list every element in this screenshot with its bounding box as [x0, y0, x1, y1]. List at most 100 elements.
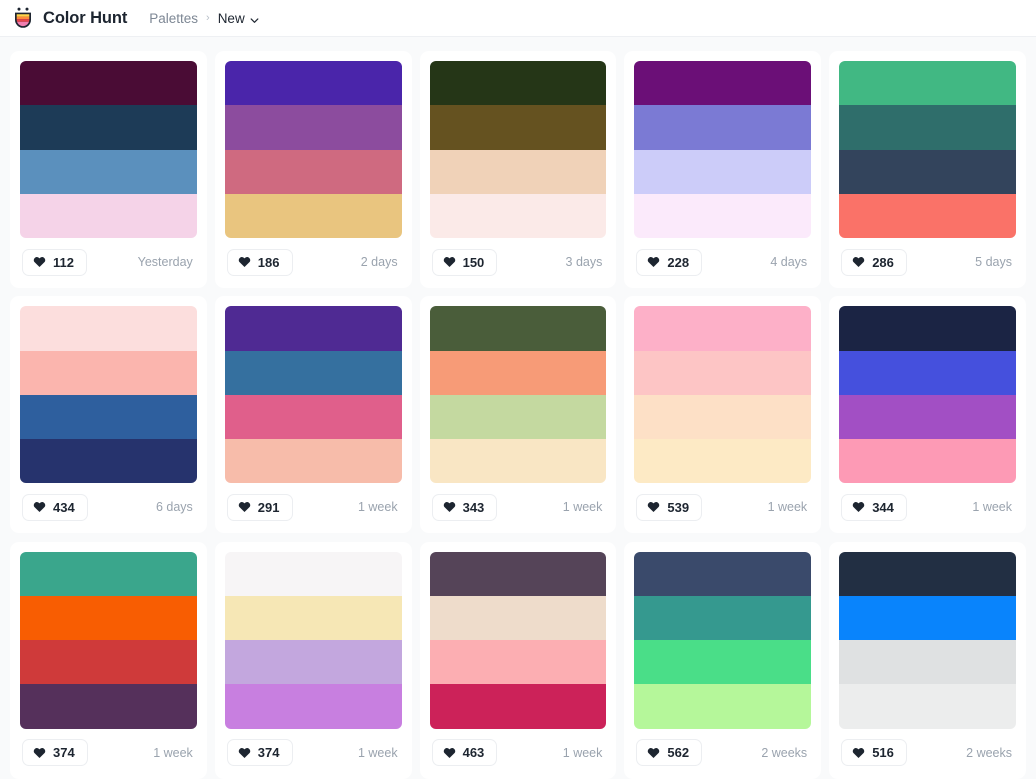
palette-swatch-stack[interactable]	[634, 61, 812, 238]
palette-swatch-stack[interactable]	[634, 306, 812, 484]
palette-swatch[interactable]	[429, 149, 607, 194]
palette-swatch[interactable]	[839, 439, 1016, 484]
like-button[interactable]: 374	[226, 739, 293, 767]
palette-swatch[interactable]	[20, 306, 197, 351]
palette-swatch[interactable]	[839, 551, 1016, 596]
palette-swatch-stack[interactable]	[429, 306, 607, 484]
palette-swatch-stack[interactable]	[20, 551, 197, 729]
palette-swatch[interactable]	[224, 350, 402, 395]
palette-swatch[interactable]	[429, 193, 607, 238]
like-button[interactable]: 516	[841, 739, 907, 767]
like-button[interactable]: 463	[431, 739, 498, 767]
like-button[interactable]: 343	[431, 493, 498, 521]
palette-swatch-stack[interactable]	[839, 61, 1016, 238]
palette-card[interactable]: 228 4 days	[624, 51, 822, 288]
palette-card[interactable]: 112 Yesterday	[10, 51, 207, 288]
like-button[interactable]: 228	[636, 248, 703, 276]
palette-swatch-stack[interactable]	[839, 551, 1016, 729]
palette-swatch[interactable]	[20, 350, 197, 395]
like-button[interactable]: 434	[22, 493, 88, 521]
brand-logo-link[interactable]: Color Hunt	[10, 5, 127, 31]
palette-swatch[interactable]	[634, 306, 812, 351]
palette-card[interactable]: 374 1 week	[10, 541, 207, 779]
palette-card[interactable]: 186 2 days	[214, 51, 412, 288]
palette-card[interactable]: 150 3 days	[419, 51, 617, 288]
palette-card[interactable]: 463 1 week	[419, 541, 617, 779]
palette-swatch[interactable]	[634, 350, 812, 395]
palette-swatch-stack[interactable]	[224, 551, 402, 729]
palette-swatch[interactable]	[224, 439, 402, 484]
palette-swatch[interactable]	[634, 394, 812, 440]
palette-swatch[interactable]	[839, 640, 1016, 685]
palette-swatch[interactable]	[634, 149, 812, 194]
palette-swatch[interactable]	[634, 640, 812, 685]
like-button[interactable]: 291	[226, 493, 293, 521]
palette-card[interactable]: 291 1 week	[214, 296, 412, 534]
palette-swatch-stack[interactable]	[839, 306, 1016, 484]
like-button[interactable]: 286	[841, 248, 907, 276]
palette-swatch-stack[interactable]	[20, 306, 197, 484]
breadcrumb-palettes[interactable]: Palettes	[149, 11, 198, 26]
palette-swatch[interactable]	[20, 394, 197, 440]
palette-swatch[interactable]	[634, 439, 812, 484]
palette-swatch-stack[interactable]	[224, 61, 402, 238]
palette-swatch[interactable]	[429, 684, 607, 729]
palette-swatch[interactable]	[839, 350, 1016, 395]
breadcrumb-new-dropdown[interactable]: New	[218, 11, 259, 26]
palette-swatch[interactable]	[634, 684, 812, 729]
palette-swatch[interactable]	[839, 193, 1016, 238]
palette-swatch[interactable]	[20, 551, 197, 596]
palette-swatch[interactable]	[20, 640, 197, 685]
palette-swatch-stack[interactable]	[20, 61, 197, 238]
palette-swatch[interactable]	[224, 193, 402, 238]
palette-swatch[interactable]	[224, 394, 402, 440]
palette-swatch[interactable]	[20, 684, 197, 729]
palette-swatch[interactable]	[20, 105, 197, 150]
palette-swatch[interactable]	[839, 595, 1016, 641]
like-button[interactable]: 562	[636, 739, 703, 767]
like-button[interactable]: 344	[841, 493, 907, 521]
palette-swatch-stack[interactable]	[224, 306, 402, 484]
like-button[interactable]: 374	[22, 739, 88, 767]
palette-swatch[interactable]	[20, 193, 197, 238]
palette-card[interactable]: 539 1 week	[624, 296, 822, 534]
palette-swatch[interactable]	[224, 551, 402, 596]
palette-swatch[interactable]	[20, 149, 197, 194]
palette-swatch[interactable]	[224, 684, 402, 729]
palette-swatch[interactable]	[429, 61, 607, 106]
palette-swatch[interactable]	[839, 105, 1016, 150]
palette-swatch[interactable]	[839, 61, 1016, 106]
palette-swatch[interactable]	[429, 105, 607, 150]
palette-swatch[interactable]	[429, 640, 607, 685]
palette-swatch-stack[interactable]	[429, 551, 607, 729]
like-button[interactable]: 186	[226, 248, 293, 276]
palette-card[interactable]: 374 1 week	[214, 541, 412, 779]
palette-card[interactable]: 343 1 week	[419, 296, 617, 534]
palette-swatch[interactable]	[634, 105, 812, 150]
palette-swatch[interactable]	[224, 640, 402, 685]
palette-swatch[interactable]	[429, 551, 607, 596]
palette-swatch[interactable]	[839, 149, 1016, 194]
palette-card[interactable]: 516 2 weeks	[829, 541, 1026, 779]
palette-swatch[interactable]	[429, 439, 607, 484]
palette-swatch[interactable]	[224, 149, 402, 194]
palette-card[interactable]: 434 6 days	[10, 296, 207, 534]
palette-swatch-stack[interactable]	[429, 61, 607, 238]
palette-swatch[interactable]	[224, 61, 402, 106]
palette-swatch[interactable]	[20, 61, 197, 106]
palette-swatch[interactable]	[224, 306, 402, 351]
palette-swatch[interactable]	[839, 306, 1016, 351]
palette-swatch-stack[interactable]	[634, 551, 812, 729]
palette-swatch[interactable]	[429, 595, 607, 641]
palette-swatch[interactable]	[224, 105, 402, 150]
palette-swatch[interactable]	[20, 595, 197, 641]
palette-swatch[interactable]	[429, 350, 607, 395]
palette-swatch[interactable]	[429, 394, 607, 440]
palette-swatch[interactable]	[429, 306, 607, 351]
palette-swatch[interactable]	[839, 394, 1016, 440]
palette-swatch[interactable]	[634, 61, 812, 106]
palette-swatch[interactable]	[634, 595, 812, 641]
palette-swatch[interactable]	[634, 193, 812, 238]
palette-swatch[interactable]	[634, 551, 812, 596]
palette-swatch[interactable]	[839, 684, 1016, 729]
